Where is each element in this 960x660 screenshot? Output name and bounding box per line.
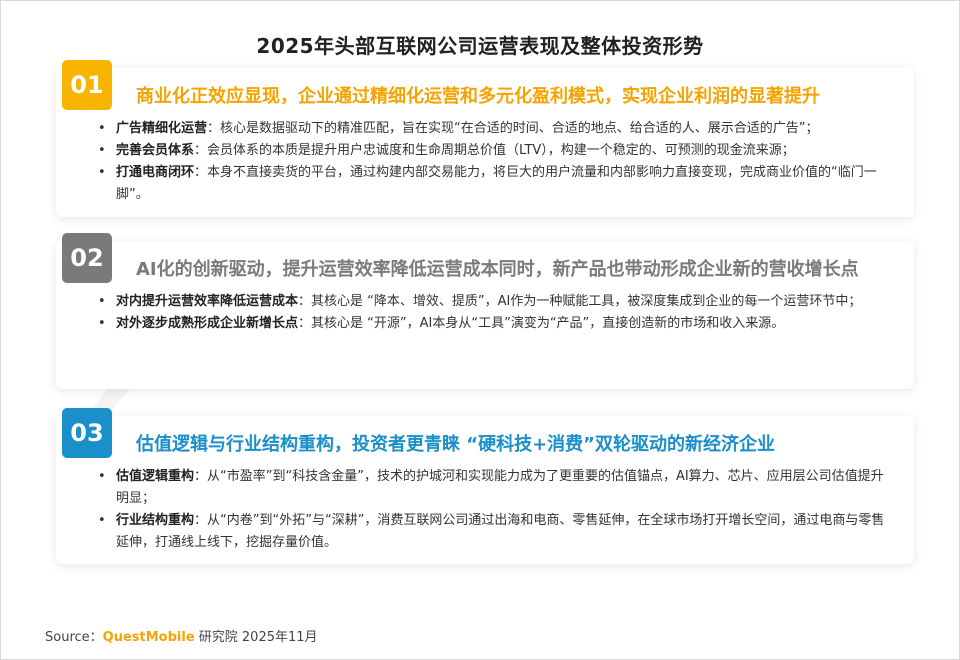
bullet-list: 广告精细化运营：核心是数据驱动下的精准匹配，旨在实现“在合适的时间、合适的地点、… [96,118,896,206]
bullet-text: ：本身不直接卖货的平台，通过构建内部交易能力，将巨大的用户流量和内部影响力直接变… [116,165,877,202]
section-headline: 估值逻辑与行业结构重构，投资者更青睐 “硬科技+消费”双轮驱动的新经济企业 [136,434,776,455]
bullet-item: 估值逻辑重构：从“市盈率”到“科技含金量”，技术的护城河和实现能力成为了更重要的… [96,466,896,510]
section-headline: 商业化正效应显现，企业通过精细化运营和多元化盈利模式，实现企业利润的显著提升 [136,86,820,107]
bullet-item: 对内提升运营效率降低运营成本：其核心是 “降本、增效、提质”，AI作为一种赋能工… [96,291,896,313]
bullet-item: 完善会员体系：会员体系的本质是提升用户忠诚度和生命周期总价值（LTV），构建一个… [96,140,896,162]
source-prefix: Source： [45,630,103,645]
bullet-text: ：会员体系的本质是提升用户忠诚度和生命周期总价值（LTV），构建一个稳定的、可预… [194,143,795,158]
bullet-item: 广告精细化运营：核心是数据驱动下的精准匹配，旨在实现“在合适的时间、合适的地点、… [96,118,896,140]
bullet-list: 对内提升运营效率降低运营成本：其核心是 “降本、增效、提质”，AI作为一种赋能工… [96,291,896,335]
bullet-text: ：其核心是 “降本、增效、提质”，AI作为一种赋能工具，被深度集成到企业的每一个… [298,294,862,309]
section-number-badge: 01 [62,60,112,110]
bullet-text: ：从“内卷”到“外拓”与“深耕”，消费互联网公司通过出海和电商、零售延伸，在全球… [116,513,885,550]
section-card-02: 02 AI化的创新驱动，提升运营效率降低运营成本同时，新产品也带动形成企业新的营… [56,233,914,389]
bullet-label: 对外逐步成熟形成企业新增长点 [116,316,299,331]
section-card-03: 03 估值逻辑与行业结构重构，投资者更青睐 “硬科技+消费”双轮驱动的新经济企业… [56,408,914,564]
bullet-item: 行业结构重构：从“内卷”到“外拓”与“深耕”，消费互联网公司通过出海和电商、零售… [96,510,896,554]
bullet-list: 估值逻辑重构：从“市盈率”到“科技含金量”，技术的护城河和实现能力成为了更重要的… [96,466,896,554]
source-suffix: 研究院 2025年11月 [194,630,318,645]
section-number-badge: 02 [62,233,112,283]
bullet-label: 完善会员体系 [116,143,195,158]
bullet-label: 行业结构重构 [116,513,195,528]
bullet-text: ：从“市盈率”到“科技含金量”，技术的护城河和实现能力成为了更重要的估值锚点，A… [116,469,884,506]
bullet-label: 打通电商闭环 [116,165,195,180]
bullet-item: 打通电商闭环：本身不直接卖货的平台，通过构建内部交易能力，将巨大的用户流量和内部… [96,162,896,206]
source-brand: QuestMobile [102,630,195,645]
bullet-label: 对内提升运营效率降低运营成本 [116,294,299,309]
bullet-text: ：核心是数据驱动下的精准匹配，旨在实现“在合适的时间、合适的地点、给合适的人、展… [207,121,819,136]
bullet-label: 估值逻辑重构 [116,469,195,484]
bullet-item: 对外逐步成熟形成企业新增长点：其核心是 “开源”，AI本身从“工具”演变为“产品… [96,313,896,335]
page-title: 2025年头部互联网公司运营表现及整体投资形势 [256,34,704,58]
section-card-01: 01 商业化正效应显现，企业通过精细化运营和多元化盈利模式，实现企业利润的显著提… [56,60,914,217]
section-headline: AI化的创新驱动，提升运营效率降低运营成本同时，新产品也带动形成企业新的营收增长… [136,259,859,280]
bullet-text: ：其核心是 “开源”，AI本身从“工具”演变为“产品”，直接创造新的市场和收入来… [298,316,785,331]
section-number-badge: 03 [62,408,112,458]
source-note: Source：QuestMobile 研究院 2025年11月 [45,626,318,645]
bullet-label: 广告精细化运营 [116,121,208,136]
